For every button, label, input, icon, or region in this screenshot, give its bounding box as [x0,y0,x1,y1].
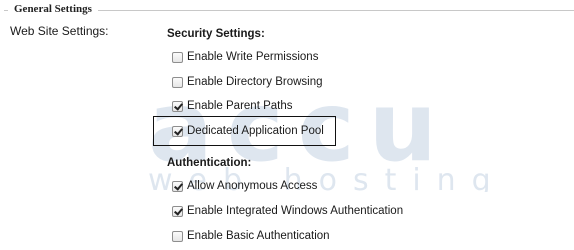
option-label: Enable Integrated Windows Authentication [187,205,404,217]
highlight-annotation-box [153,116,336,146]
checkbox-enable-write-permissions[interactable] [172,51,183,63]
checkbox-allow-anonymous-access[interactable] [172,180,183,192]
web-site-settings-label: Web Site Settings: [10,24,109,38]
option-enable-integrated-windows-auth[interactable]: Enable Integrated Windows Authentication [172,203,403,219]
option-enable-directory-browsing[interactable]: Enable Directory Browsing [172,74,323,90]
option-label: Allow Anonymous Access [187,180,318,192]
checkbox-enable-directory-browsing[interactable] [172,76,183,88]
option-label: Enable Write Permissions [187,51,319,63]
option-label: Enable Basic Authentication [187,230,330,242]
option-enable-write-permissions[interactable]: Enable Write Permissions [172,49,318,65]
option-allow-anonymous-access[interactable]: Allow Anonymous Access [172,178,317,194]
option-enable-parent-paths[interactable]: Enable Parent Paths [172,98,293,114]
checkbox-enable-integrated-windows-auth[interactable] [172,205,183,217]
checkbox-enable-basic-authentication[interactable] [172,230,183,242]
fieldset-legend: General Settings [8,3,98,15]
option-label: Enable Directory Browsing [187,76,323,88]
option-enable-basic-authentication[interactable]: Enable Basic Authentication [172,228,330,244]
authentication-title: Authentication: [167,157,252,169]
option-label: Enable Parent Paths [187,100,293,112]
security-settings-title: Security Settings: [167,28,265,40]
checkbox-enable-parent-paths[interactable] [172,100,183,112]
